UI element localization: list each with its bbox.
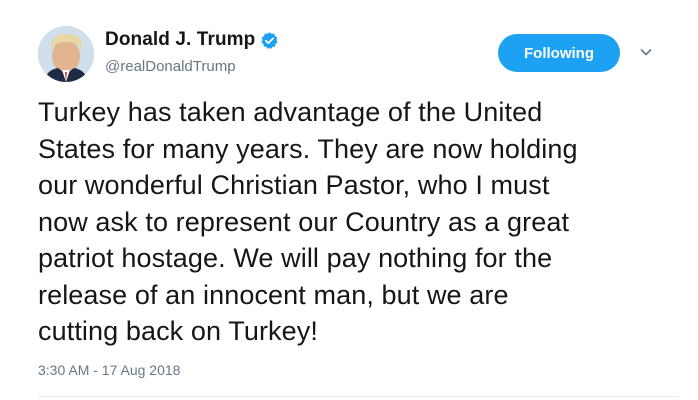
tweet-timestamp[interactable]: 3:30 AM - 17 Aug 2018 (38, 362, 180, 378)
divider (38, 396, 678, 397)
chevron-down-icon[interactable] (638, 44, 654, 60)
author-handle[interactable]: @realDonaldTrump (105, 58, 279, 75)
avatar[interactable] (38, 26, 94, 82)
verified-badge-icon (260, 31, 279, 50)
author-info: Donald J. Trump @realDonaldTrump (105, 28, 279, 75)
tweet-card: Donald J. Trump @realDonaldTrump Followi… (0, 0, 698, 400)
display-name[interactable]: Donald J. Trump (105, 29, 255, 51)
tweet-text: Turkey has taken advantage of the United… (38, 97, 578, 346)
avatar-photo (38, 26, 94, 82)
name-row: Donald J. Trump (105, 28, 279, 52)
following-button[interactable]: Following (498, 34, 620, 72)
